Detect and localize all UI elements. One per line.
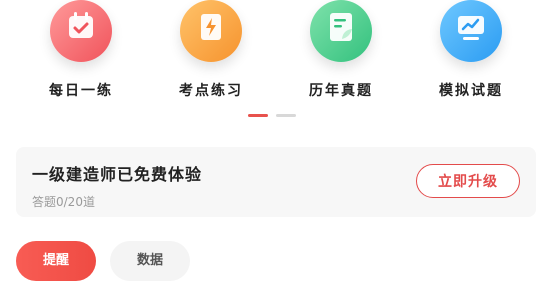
trial-progress-text: 答题0/20道 xyxy=(32,195,95,209)
chart-board-icon xyxy=(440,0,502,62)
mock-exams-label: 模拟试题 xyxy=(439,83,503,99)
trial-card-title: 一级建造师已免费体验 xyxy=(32,165,203,184)
lightning-book-icon xyxy=(180,0,242,62)
data-tab-button[interactable]: 数据 xyxy=(110,241,190,281)
daily-practice-entry[interactable]: 每日一练 xyxy=(31,0,131,110)
upgrade-now-button[interactable]: 立即升级 xyxy=(416,164,520,198)
page-indicator-dot xyxy=(276,114,296,117)
feature-grid: 每日一练 考点练习 历年真题 模拟试题 xyxy=(0,0,542,120)
free-trial-card: 一级建造师已免费体验 答题0/20道 立即升级 xyxy=(16,147,536,217)
topic-practice-entry[interactable]: 考点练习 xyxy=(161,0,261,110)
document-leaf-icon xyxy=(310,0,372,62)
mock-exams-entry[interactable]: 模拟试题 xyxy=(421,0,521,110)
reminder-tab-button[interactable]: 提醒 xyxy=(16,241,96,281)
page-indicator-dot-active xyxy=(248,114,268,117)
topic-practice-label: 考点练习 xyxy=(179,83,243,99)
page-indicator xyxy=(248,114,298,118)
calendar-check-icon xyxy=(50,0,112,62)
daily-practice-label: 每日一练 xyxy=(49,83,113,99)
past-exams-label: 历年真题 xyxy=(309,83,373,99)
past-exams-entry[interactable]: 历年真题 xyxy=(291,0,391,110)
